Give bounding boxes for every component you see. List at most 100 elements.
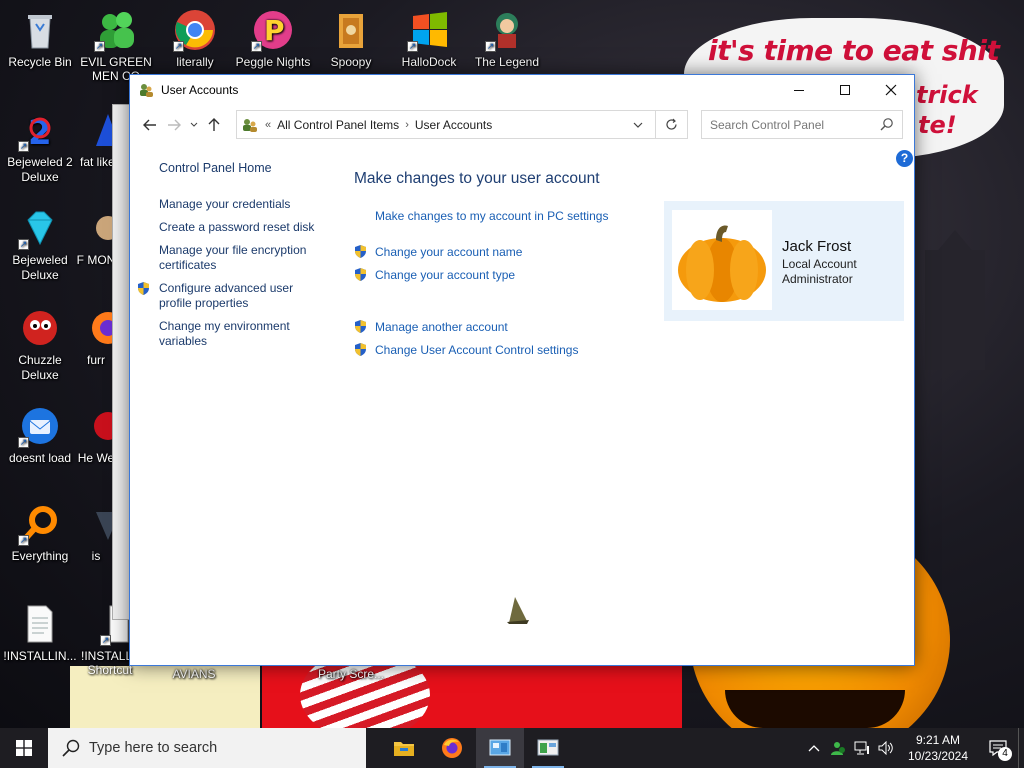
game-character-icon: ↗	[485, 8, 529, 52]
file-explorer-icon	[394, 742, 414, 756]
taskbar-file-explorer[interactable]	[380, 728, 428, 768]
desktop-icon-f-mon[interactable]: F MON	[76, 206, 116, 268]
environment-variables-link[interactable]: Change my environment variables	[159, 319, 319, 349]
manage-credentials-link[interactable]: Manage your credentials	[159, 197, 319, 212]
action-center-button[interactable]: 4	[978, 728, 1018, 768]
desktop-icon-bejeweled[interactable]: ↗ Bejeweled Deluxe	[0, 206, 80, 283]
desktop-icon-literally[interactable]: ↗ literally	[155, 8, 235, 70]
back-arrow-icon	[143, 119, 156, 131]
desktop-icon-the-legend[interactable]: ↗ The Legend	[467, 8, 547, 70]
desktop-icon-spoopy[interactable]: Spoopy	[311, 8, 391, 70]
desktop-icon-installing[interactable]: !INSTALLIN...	[0, 602, 80, 664]
desktop-icon-label: HalloDock	[401, 55, 457, 69]
manage-another-account-link[interactable]: Manage another account	[353, 319, 508, 334]
address-bar[interactable]: « All Control Panel Items › User Account…	[236, 110, 688, 139]
desktop-icon-peggle-nights[interactable]: P ↗ Peggle Nights	[233, 8, 313, 70]
desktop-icon-fat-like[interactable]: fat like	[76, 108, 116, 170]
refresh-button[interactable]	[655, 110, 688, 139]
file-encryption-certificates-link[interactable]: Manage your file encryption certificates	[159, 243, 319, 273]
desktop-icon-label: literally	[176, 55, 214, 69]
refresh-icon	[666, 118, 677, 130]
wallpaper-text-2b: te!	[918, 111, 957, 139]
up-arrow-icon	[208, 118, 220, 131]
diamond-icon: ↗	[18, 206, 62, 250]
green-men-icon: ↗	[94, 8, 138, 52]
search-placeholder: Search Control Panel	[710, 117, 825, 132]
taskbar-search-box[interactable]: Type here to search	[48, 728, 366, 768]
desktop-icon-recycle-bin[interactable]: Recycle Bin	[0, 8, 80, 70]
address-dropdown-button[interactable]	[623, 111, 653, 138]
up-button[interactable]	[202, 113, 226, 137]
pc-settings-link[interactable]: Make changes to my account in PC setting…	[375, 209, 608, 223]
svg-text:P: P	[264, 14, 285, 47]
show-hidden-icons-button[interactable]	[802, 728, 826, 768]
clock-time: 9:21 AM	[915, 733, 961, 747]
breadcrumb-user-accounts[interactable]: User Accounts	[415, 118, 492, 132]
wallpaper-text-2: trick te!	[916, 80, 978, 140]
desktop-icon-label: fat like	[80, 155, 115, 169]
taskbar-control-panel-2[interactable]	[524, 728, 572, 768]
account-type: Local Account	[782, 257, 857, 271]
password-reset-disk-link[interactable]: Create a password reset disk	[159, 220, 319, 235]
network-button[interactable]	[850, 728, 874, 768]
control-panel-home-link[interactable]: Control Panel Home	[159, 161, 272, 175]
desktop-icon-bejeweled-2[interactable]: 2 ↗ Bejeweled 2 Deluxe	[0, 108, 80, 185]
volume-button[interactable]	[874, 728, 898, 768]
system-tray: 9:21 AM 10/23/2024 4	[802, 728, 1024, 768]
close-button[interactable]	[868, 75, 914, 105]
close-icon	[885, 84, 897, 96]
show-desktop-button[interactable]	[1018, 728, 1024, 768]
title-bar[interactable]: User Accounts	[130, 75, 914, 105]
recent-locations-button[interactable]	[186, 113, 202, 137]
advanced-user-profile-link[interactable]: Configure advanced user profile properti…	[159, 281, 319, 311]
address-overflow-icon[interactable]: «	[265, 119, 271, 131]
change-account-type-link[interactable]: Change your account type	[353, 267, 515, 282]
breadcrumb-all-control-panel-items[interactable]: All Control Panel Items	[277, 118, 399, 132]
desktop-icon-chuzzle[interactable]: Chuzzle Deluxe	[0, 306, 80, 383]
desktop-icon-avians[interactable]: AVIANS	[154, 667, 234, 682]
tray-people-button[interactable]	[826, 728, 850, 768]
control-panel-icon	[241, 117, 259, 133]
uac-settings-link[interactable]: Change User Account Control settings	[353, 342, 578, 357]
desktop-icon-label: Bejeweled 2 Deluxe	[7, 155, 73, 184]
back-button[interactable]	[138, 113, 162, 137]
desktop-icon-everything[interactable]: ↗ Everything	[0, 502, 80, 564]
desktop-icon-hallodock[interactable]: ↗ HalloDock	[389, 8, 469, 70]
help-button[interactable]: ?	[896, 150, 913, 167]
pumpkin-avatar-icon	[678, 225, 766, 302]
desktop-icon-is[interactable]: is	[76, 502, 116, 564]
thunderbird-icon: ↗	[18, 404, 62, 448]
desktop-icon-label: Bejeweled Deluxe	[12, 253, 68, 282]
desktop-icon-label: Party Scre...	[317, 667, 385, 681]
desktop-icon-he-we[interactable]: He We	[76, 404, 116, 466]
taskbar-firefox[interactable]	[428, 728, 476, 768]
change-account-name-link[interactable]: Change your account name	[353, 244, 522, 259]
chevron-down-icon	[190, 122, 198, 127]
wallpaper-text-2a: trick	[916, 81, 978, 109]
maximize-button[interactable]	[822, 75, 868, 105]
search-control-panel-input[interactable]: Search Control Panel	[701, 110, 903, 139]
chevron-up-icon	[808, 745, 820, 752]
uac-shield-icon	[355, 245, 366, 258]
user-name: Jack Frost	[782, 238, 852, 255]
desktop-icon-label: Peggle Nights	[235, 55, 311, 69]
desktop-icon-label: AVIANS	[172, 667, 216, 681]
taskbar-control-panel[interactable]	[476, 728, 524, 768]
desktop-icon-label: furr	[87, 353, 105, 367]
start-button[interactable]	[0, 728, 48, 768]
clock-button[interactable]: 9:21 AM 10/23/2024	[898, 732, 978, 764]
minimize-button[interactable]	[776, 75, 822, 105]
breadcrumb-separator-icon[interactable]: ›	[405, 119, 409, 131]
witch-hat-cursor-icon	[507, 597, 529, 624]
minimize-icon	[794, 89, 804, 91]
control-panel-2-icon	[537, 739, 559, 756]
desktop-icon-party-screen[interactable]: Party Scre...	[311, 667, 391, 682]
taskbar: Type here to search 9:21 AM 10/23/2024 4	[0, 728, 1024, 768]
window-title: User Accounts	[161, 83, 239, 97]
desktop-icon-furr[interactable]: furr	[76, 306, 116, 368]
forward-button[interactable]	[162, 113, 186, 137]
desktop-icon-evil-green-men[interactable]: ↗ EVIL GREEN MEN CO	[76, 8, 156, 83]
speaker-icon	[878, 741, 893, 755]
desktop-icon-doesnt-load[interactable]: ↗ doesnt load	[0, 404, 80, 466]
wallpaper-pumpkin-mouth	[725, 690, 905, 728]
